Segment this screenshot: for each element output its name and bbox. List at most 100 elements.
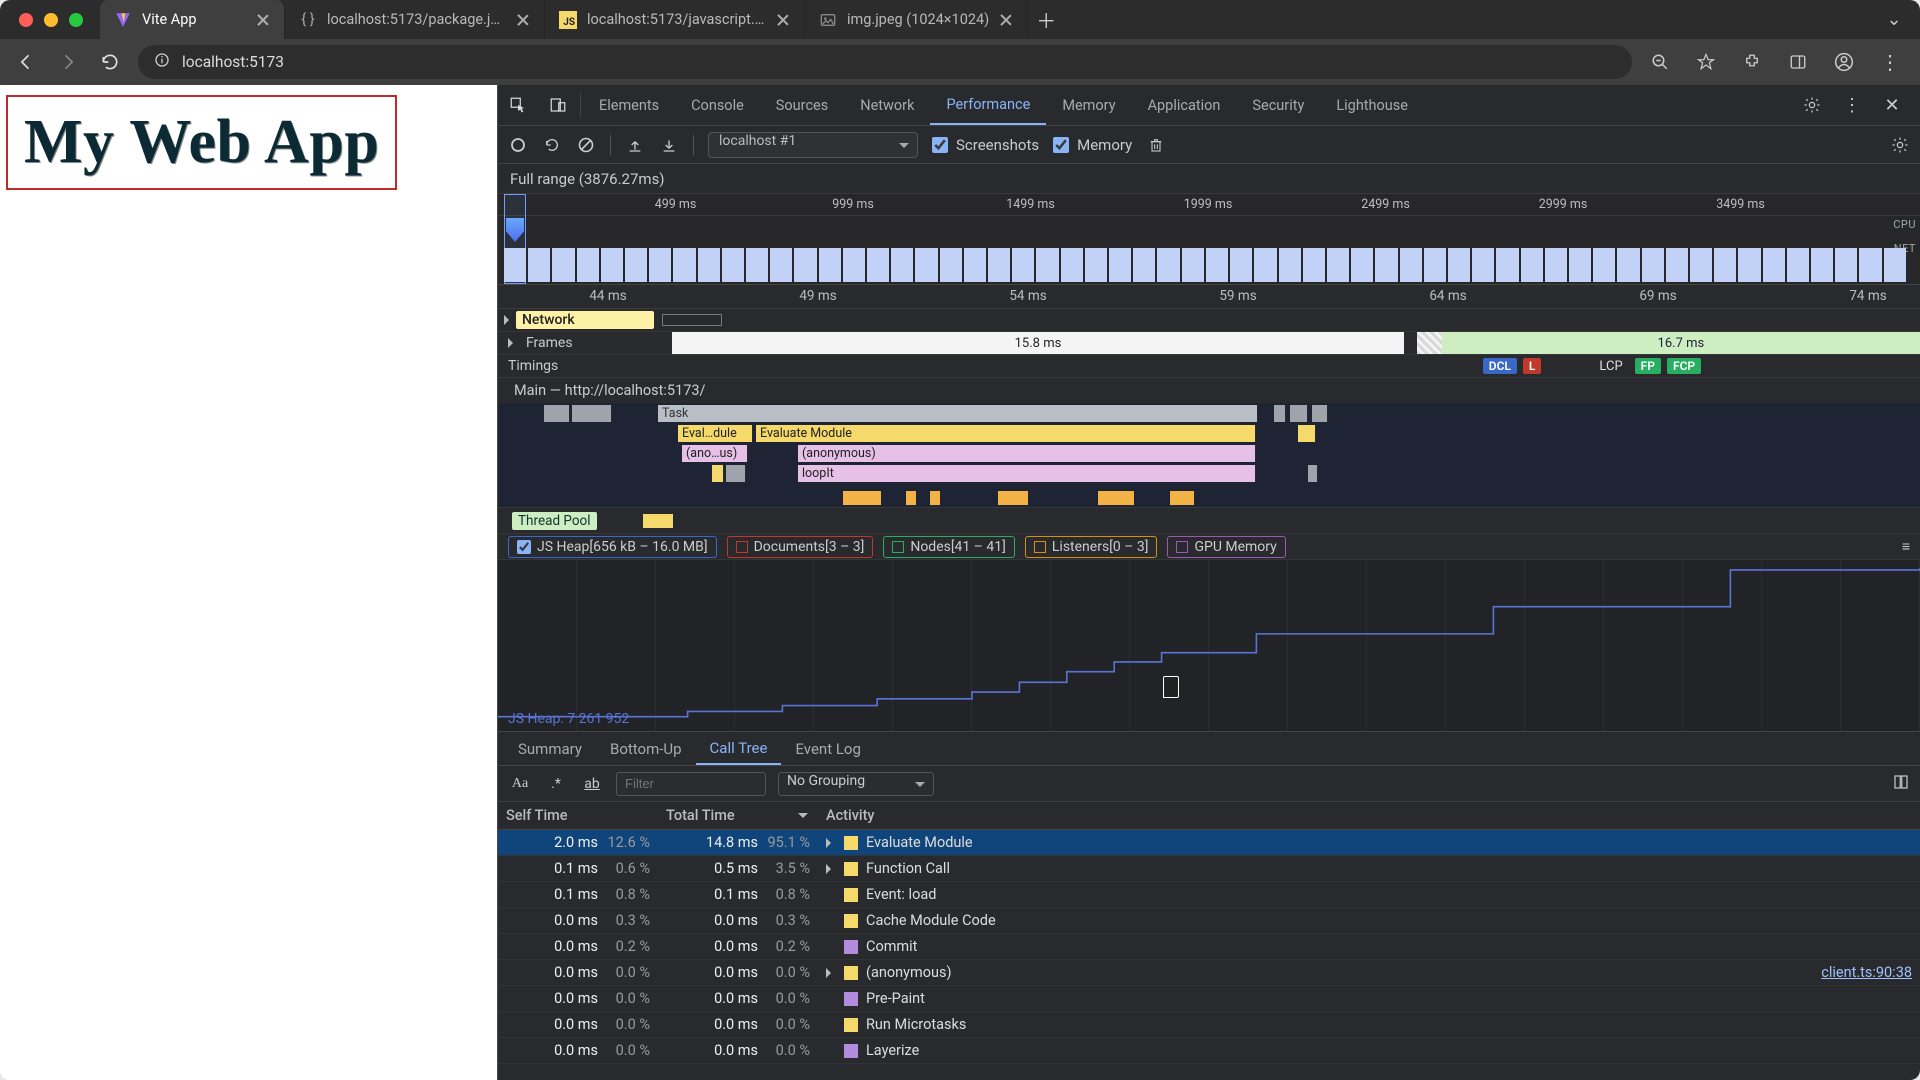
- details-tab-call-tree[interactable]: Call Tree: [696, 732, 782, 765]
- col-activity[interactable]: Activity: [818, 802, 1740, 830]
- flame-anon[interactable]: (ano…us): [682, 445, 748, 462]
- details-tab-event-log[interactable]: Event Log: [781, 732, 874, 765]
- match-case-icon[interactable]: Aa: [508, 776, 532, 792]
- close-tab-icon[interactable]: [256, 13, 270, 27]
- close-tab-icon[interactable]: [999, 13, 1013, 27]
- browser-tab[interactable]: { } localhost:5173/package.json: [285, 0, 545, 39]
- devtools-tab-sources[interactable]: Sources: [760, 85, 844, 125]
- legend-nodes[interactable]: Nodes[41 – 41]: [883, 536, 1015, 558]
- devtools-tab-application[interactable]: Application: [1132, 85, 1237, 125]
- profile-icon[interactable]: [1830, 48, 1858, 76]
- devtools-tab-elements[interactable]: Elements: [583, 85, 675, 125]
- forward-button[interactable]: [54, 48, 82, 76]
- flame-eval[interactable]: Evaluate Module: [756, 425, 1256, 442]
- legend-jsheap[interactable]: JS Heap[656 kB – 16.0 MB]: [508, 536, 717, 558]
- calltree-row[interactable]: 0.1 ms0.6 %0.5 ms3.5 %Function Call: [498, 856, 1920, 882]
- memory-menu-icon[interactable]: ≡: [1902, 538, 1910, 555]
- chevron-right-icon[interactable]: [826, 838, 836, 848]
- calltree-table[interactable]: Self Time Total Time Activity 2.0 ms12.6…: [498, 802, 1920, 1064]
- screenshots-checkbox[interactable]: Screenshots: [932, 136, 1039, 154]
- calltree-row[interactable]: 0.0 ms0.2 %0.0 ms0.2 %Commit: [498, 934, 1920, 960]
- profile-select[interactable]: localhost #1: [708, 132, 918, 158]
- lane-main[interactable]: Main — http://localhost:5173/ Task Eval……: [498, 378, 1920, 508]
- chevron-right-icon[interactable]: [826, 968, 836, 978]
- timing-pill-fcp[interactable]: FCP: [1667, 358, 1701, 374]
- save-profile-icon[interactable]: [659, 135, 679, 155]
- calltree-row[interactable]: 0.0 ms0.0 %0.0 ms0.0 %Layerize: [498, 1038, 1920, 1064]
- grouping-select[interactable]: No Grouping: [778, 772, 934, 796]
- clear-button[interactable]: [576, 135, 596, 155]
- lane-frames[interactable]: Frames 15.8 ms 16.7 ms: [498, 332, 1920, 355]
- device-toolbar-icon[interactable]: [538, 85, 578, 125]
- flame-anon[interactable]: (anonymous): [798, 445, 1256, 462]
- browser-tab[interactable]: JS localhost:5173/javascript.svg: [545, 0, 805, 39]
- chevron-right-icon[interactable]: [504, 315, 514, 325]
- calltree-row[interactable]: 0.0 ms0.3 %0.0 ms0.3 %Cache Module Code: [498, 908, 1920, 934]
- flame-chart[interactable]: Task Eval…dule Evaluate Module (ano…us) …: [498, 403, 1920, 507]
- col-self-time[interactable]: Self Time: [498, 802, 658, 830]
- browser-tab[interactable]: img.jpeg (1024×1024): [805, 0, 1028, 39]
- sidepanel-icon[interactable]: [1784, 48, 1812, 76]
- extensions-icon[interactable]: [1738, 48, 1766, 76]
- calltree-row[interactable]: 0.0 ms0.0 %0.0 ms0.0 %(anonymous)client.…: [498, 960, 1920, 986]
- flame-loopit[interactable]: loopIt: [798, 465, 1256, 482]
- devtools-tab-security[interactable]: Security: [1236, 85, 1320, 125]
- kebab-menu-icon[interactable]: ⋮: [1876, 48, 1904, 76]
- reload-record-button[interactable]: [542, 135, 562, 155]
- overview-timeline[interactable]: 499 ms999 ms1499 ms1999 ms2499 ms2999 ms…: [498, 194, 1920, 285]
- bookmark-icon[interactable]: [1692, 48, 1720, 76]
- source-link[interactable]: client.ts:90:38: [1821, 964, 1912, 981]
- details-tab-summary[interactable]: Summary: [504, 732, 596, 765]
- inspect-element-icon[interactable]: [498, 85, 538, 125]
- details-tab-bottom-up[interactable]: Bottom-Up: [596, 732, 696, 765]
- record-button[interactable]: [508, 135, 528, 155]
- heaviest-stack-icon[interactable]: [1892, 773, 1910, 795]
- detail-ruler[interactable]: 44 ms49 ms54 ms59 ms64 ms69 ms74 ms: [498, 285, 1920, 309]
- timing-pill-fp[interactable]: FP: [1635, 358, 1661, 374]
- calltree-row[interactable]: 0.0 ms0.0 %0.0 ms0.0 %Run Microtasks: [498, 1012, 1920, 1038]
- devtools-kebab-icon[interactable]: ⋮: [1832, 85, 1872, 125]
- timing-pill-dcl[interactable]: DCL: [1483, 358, 1517, 374]
- load-profile-icon[interactable]: [625, 135, 645, 155]
- devtools-settings-icon[interactable]: [1792, 85, 1832, 125]
- zoom-icon[interactable]: [1646, 48, 1674, 76]
- devtools-tab-console[interactable]: Console: [675, 85, 760, 125]
- legend-gpu[interactable]: GPU Memory: [1167, 536, 1285, 558]
- filter-input[interactable]: [616, 772, 766, 796]
- devtools-tab-memory[interactable]: Memory: [1046, 85, 1131, 125]
- close-window-icon[interactable]: [19, 13, 33, 27]
- memory-chart[interactable]: JS Heap: 7 261 952: [498, 560, 1920, 732]
- browser-tab[interactable]: Vite App: [100, 0, 285, 39]
- match-whole-word-icon[interactable]: ab: [580, 776, 604, 792]
- legend-documents[interactable]: Documents[3 – 3]: [727, 536, 874, 558]
- url-field[interactable]: localhost:5173: [138, 45, 1632, 79]
- site-info-icon[interactable]: [154, 52, 170, 72]
- flame-eval[interactable]: Eval…dule: [678, 425, 753, 442]
- reload-button[interactable]: [96, 48, 124, 76]
- chevron-right-icon[interactable]: [826, 864, 836, 874]
- devtools-close-icon[interactable]: ✕: [1872, 85, 1912, 125]
- back-button[interactable]: [12, 48, 40, 76]
- legend-listeners[interactable]: Listeners[0 – 3]: [1025, 536, 1158, 558]
- calltree-row[interactable]: 2.0 ms12.6 %14.8 ms95.1 %Evaluate Module: [498, 830, 1920, 856]
- chevron-right-icon[interactable]: [508, 338, 518, 348]
- close-tab-icon[interactable]: [516, 13, 530, 27]
- collect-garbage-icon[interactable]: [1146, 135, 1166, 155]
- devtools-tab-network[interactable]: Network: [844, 85, 930, 125]
- lane-timings[interactable]: Timings DCL L LCP FP FCP: [498, 355, 1920, 378]
- zoom-window-icon[interactable]: [69, 13, 83, 27]
- timing-pill-l[interactable]: L: [1523, 358, 1542, 374]
- lane-network[interactable]: Network: [498, 309, 1920, 332]
- calltree-row[interactable]: 0.1 ms0.8 %0.1 ms0.8 %Event: load: [498, 882, 1920, 908]
- new-tab-button[interactable]: ＋: [1028, 0, 1064, 39]
- timing-label-lcp[interactable]: LCP: [1593, 359, 1628, 374]
- minimize-window-icon[interactable]: [44, 13, 58, 27]
- close-tab-icon[interactable]: [776, 13, 790, 27]
- regex-icon[interactable]: .*: [544, 776, 568, 792]
- lane-threadpool[interactable]: Thread Pool: [498, 508, 1920, 534]
- perf-settings-icon[interactable]: [1890, 135, 1910, 155]
- calltree-row[interactable]: 0.0 ms0.0 %0.0 ms0.0 %Pre-Paint: [498, 986, 1920, 1012]
- col-total-time[interactable]: Total Time: [658, 802, 818, 830]
- memory-checkbox[interactable]: Memory: [1053, 136, 1132, 154]
- tab-overflow-icon[interactable]: ⌄: [1876, 0, 1912, 39]
